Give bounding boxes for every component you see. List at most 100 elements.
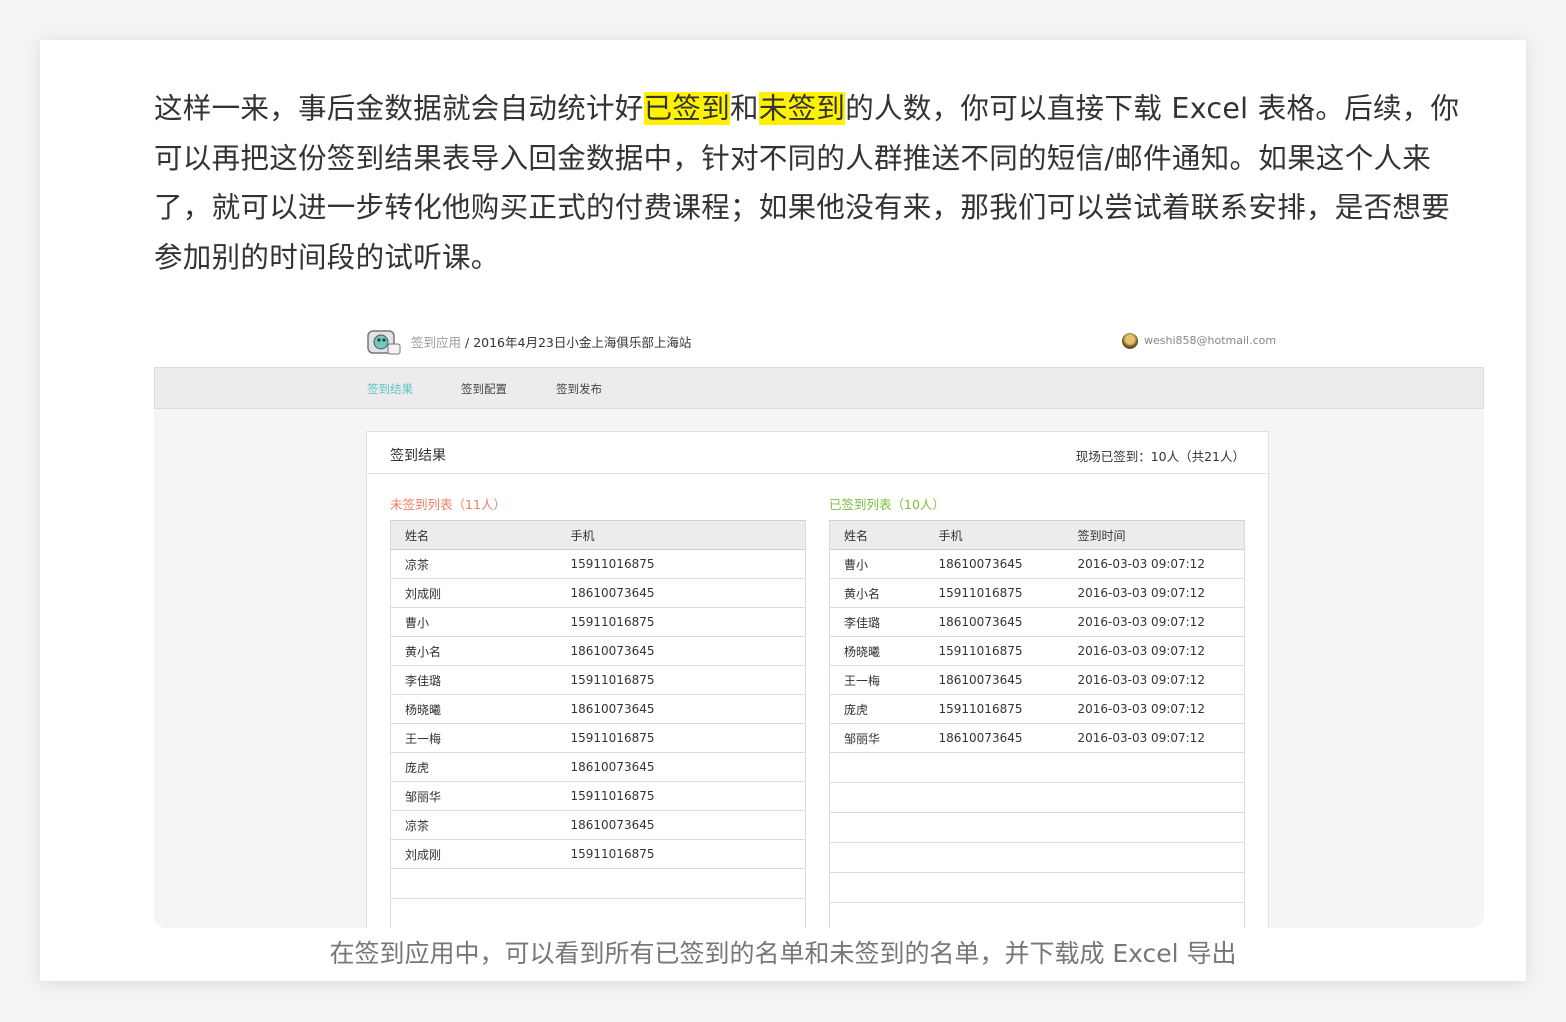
table-row: 李佳璐 18610073645 2016-03-03 09:07:12: [829, 607, 1245, 637]
table-cell: 15911016875: [556, 781, 806, 811]
present-list-title: 已签到列表（10人）: [829, 497, 945, 512]
column-header-signin-time: 签到时间: [1063, 520, 1245, 550]
app-logo-icon: [367, 330, 401, 355]
table-cell: 18610073645: [924, 607, 1064, 637]
table-cell: 18610073645: [556, 578, 806, 608]
table-cell: 15911016875: [556, 839, 806, 869]
table-row: 凉茶 18610073645: [390, 810, 806, 840]
table-cell: 2016-03-03 09:07:12: [1063, 636, 1245, 666]
article-text-mid: 和: [730, 92, 759, 125]
table-row: 黄小名 15911016875 2016-03-03 09:07:12: [829, 578, 1245, 608]
table-cell: [924, 812, 1064, 843]
highlight-not-signed-in: 未签到: [758, 92, 846, 125]
table-cell: [556, 898, 806, 928]
breadcrumb: 签到应用 / 2016年4月23日小金上海俱乐部上海站: [411, 332, 691, 351]
empty-row: [829, 872, 1245, 903]
table-cell: 2016-03-03 09:07:12: [1063, 665, 1245, 695]
table-cell: 18610073645: [924, 549, 1064, 579]
article-text-before: 这样一来，事后金数据就会自动统计好: [154, 92, 644, 125]
results-panel: 签到结果 现场已签到：10人（共21人） 未签到列表（11人） 已签到列表（10…: [366, 431, 1269, 928]
highlight-signed-in: 已签到: [643, 92, 731, 125]
table-cell: [829, 872, 925, 903]
table-cell: 杨晓曦: [829, 636, 925, 666]
table-cell: [829, 782, 925, 813]
tab-publish[interactable]: 签到发布: [556, 381, 602, 397]
table-cell: 2016-03-03 09:07:12: [1063, 694, 1245, 724]
table-cell: [924, 872, 1064, 903]
table-cell: 2016-03-03 09:07:12: [1063, 723, 1245, 753]
table-cell: 18610073645: [556, 752, 806, 782]
table-cell: 王一梅: [390, 723, 557, 753]
table-row: 李佳璐 15911016875: [390, 665, 806, 695]
empty-row: [829, 842, 1245, 873]
table-cell: 刘成刚: [390, 578, 557, 608]
breadcrumb-app[interactable]: 签到应用: [411, 335, 461, 350]
table-cell: 15911016875: [556, 549, 806, 579]
table-cell: 18610073645: [556, 636, 806, 666]
breadcrumb-event: 2016年4月23日小金上海俱乐部上海站: [473, 335, 692, 350]
empty-row: [829, 902, 1245, 928]
column-header-phone: 手机: [556, 520, 806, 550]
table-cell: 15911016875: [556, 607, 806, 637]
table-cell: 邹丽华: [829, 723, 925, 753]
table-cell: [390, 898, 557, 928]
panel-title: 签到结果: [390, 448, 446, 464]
table-row: 邹丽华 18610073645 2016-03-03 09:07:12: [829, 723, 1245, 753]
table-cell: 15911016875: [556, 665, 806, 695]
table-cell: [924, 902, 1064, 928]
column-header-phone: 手机: [924, 520, 1064, 550]
tab-config[interactable]: 签到配置: [461, 381, 507, 397]
table-cell: 15911016875: [924, 694, 1064, 724]
table-cell: 2016-03-03 09:07:12: [1063, 607, 1245, 637]
empty-row: [829, 752, 1245, 783]
table-row: 杨晓曦 15911016875 2016-03-03 09:07:12: [829, 636, 1245, 666]
table-row: 庞虎 15911016875 2016-03-03 09:07:12: [829, 694, 1245, 724]
table-cell: 黄小名: [390, 636, 557, 666]
table-row: 刘成刚 18610073645: [390, 578, 806, 608]
empty-row: [829, 782, 1245, 813]
empty-row: [829, 812, 1245, 843]
table-row: 凉茶 15911016875: [390, 549, 806, 579]
table-cell: 2016-03-03 09:07:12: [1063, 549, 1245, 579]
user-menu[interactable]: weshi858@hotmail.com: [1122, 333, 1276, 349]
table-row: 刘成刚 15911016875: [390, 839, 806, 869]
user-avatar-icon: [1122, 333, 1138, 349]
table-row: 庞虎 18610073645: [390, 752, 806, 782]
column-header-name: 姓名: [390, 520, 557, 550]
column-header-name: 姓名: [829, 520, 925, 550]
table-cell: [829, 752, 925, 783]
table-cell: 18610073645: [924, 665, 1064, 695]
table-cell: 18610073645: [556, 810, 806, 840]
table-cell: 曹小: [829, 549, 925, 579]
tab-bar: 签到结果 签到配置 签到发布: [154, 367, 1484, 409]
article-card: 这样一来，事后金数据就会自动统计好已签到和未签到的人数，你可以直接下载 Exce…: [40, 40, 1526, 981]
signed-in-count: 现场已签到：10人（共21人）: [1075, 449, 1245, 464]
table-cell: 18610073645: [924, 723, 1064, 753]
table-cell: [829, 812, 925, 843]
table-cell: 15911016875: [924, 636, 1064, 666]
table-cell: 15911016875: [556, 723, 806, 753]
tab-results[interactable]: 签到结果: [367, 381, 413, 397]
table-cell: [1063, 752, 1245, 783]
breadcrumb-separator: /: [461, 335, 474, 350]
table-cell: 18610073645: [556, 694, 806, 724]
table-cell: 凉茶: [390, 549, 557, 579]
table-cell: [924, 752, 1064, 783]
table-row: 王一梅 15911016875: [390, 723, 806, 753]
table-cell: 黄小名: [829, 578, 925, 608]
table-cell: [1063, 872, 1245, 903]
table-cell: 王一梅: [829, 665, 925, 695]
table-row: 杨晓曦 18610073645: [390, 694, 806, 724]
empty-row: [390, 898, 806, 928]
table-cell: 2016-03-03 09:07:12: [1063, 578, 1245, 608]
table-row: 曹小 15911016875: [390, 607, 806, 637]
table-row: 王一梅 18610073645 2016-03-03 09:07:12: [829, 665, 1245, 695]
table-cell: [556, 868, 806, 899]
table-row: 黄小名 18610073645: [390, 636, 806, 666]
table-cell: 刘成刚: [390, 839, 557, 869]
table-cell: 李佳璐: [390, 665, 557, 695]
panel-header: 签到结果 现场已签到：10人（共21人）: [367, 432, 1268, 474]
absent-list-title: 未签到列表（11人）: [390, 497, 506, 512]
embedded-screenshot: 签到应用 / 2016年4月23日小金上海俱乐部上海站 weshi858@hot…: [154, 312, 1484, 928]
table-cell: [390, 868, 557, 899]
